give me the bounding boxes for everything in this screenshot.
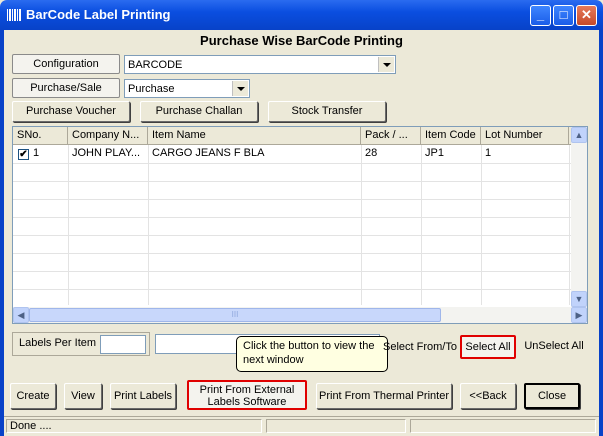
row-pack: 28: [365, 147, 378, 159]
row-lot-number: 1: [485, 147, 492, 159]
status-pane-3: [410, 419, 596, 433]
select-all-button[interactable]: Select All: [460, 335, 516, 359]
labels-per-item-input[interactable]: [100, 335, 146, 354]
scroll-thumb[interactable]: III: [29, 308, 441, 322]
grid-line: [569, 145, 570, 305]
create-button[interactable]: Create: [10, 383, 56, 409]
column-header-pack[interactable]: Pack / ...: [361, 127, 421, 145]
close-window-button[interactable]: ✕: [576, 5, 597, 26]
purchase-challan-button[interactable]: Purchase Challan: [140, 101, 258, 122]
grid-line: [13, 253, 583, 254]
row-sno-cell[interactable]: ✔ 1: [13, 145, 68, 163]
window-frame-right: [599, 30, 603, 436]
barcode-label-window: BarCode Label Printing _ □ ✕ Purchase Wi…: [0, 0, 603, 436]
print-labels-button[interactable]: Print Labels: [110, 383, 176, 409]
grid-line: [361, 145, 362, 305]
row-sno: 1: [33, 147, 40, 159]
status-text: Done ....: [6, 419, 262, 433]
chevron-down-icon[interactable]: [232, 81, 248, 96]
column-header-sno[interactable]: SNo.: [13, 127, 68, 145]
scroll-up-icon[interactable]: ▲: [571, 127, 587, 143]
scroll-down-icon[interactable]: ▼: [571, 291, 587, 307]
purchase-sale-label: Purchase/Sale: [12, 78, 120, 98]
window-frame-left: [0, 30, 4, 436]
status-bar: Done ....: [4, 416, 599, 435]
purchase-sale-combo[interactable]: Purchase: [124, 79, 250, 98]
configuration-label: Configuration: [12, 54, 120, 74]
row-company: JOHN PLAY...: [72, 147, 141, 159]
grid-line: [13, 181, 583, 182]
barcode-icon: [7, 9, 21, 21]
horizontal-scrollbar[interactable]: ◀ III ▶: [13, 307, 587, 323]
purchase-voucher-button[interactable]: Purchase Voucher: [12, 101, 130, 122]
purchase-sale-value: Purchase: [128, 83, 175, 95]
grid-line: [481, 145, 482, 305]
column-header-item-code[interactable]: Item Code: [421, 127, 481, 145]
grid-line: [148, 145, 149, 305]
grid-line: [13, 199, 583, 200]
column-header-company[interactable]: Company N...: [68, 127, 148, 145]
row-item-code: JP1: [425, 147, 444, 159]
vertical-scrollbar[interactable]: ▲ ▼: [571, 127, 587, 307]
minimize-button[interactable]: _: [530, 5, 551, 26]
scroll-left-icon[interactable]: ◀: [13, 307, 29, 323]
items-grid[interactable]: SNo. Company N... Item Name Pack / ... I…: [12, 126, 588, 324]
configuration-combo[interactable]: BARCODE: [124, 55, 396, 74]
maximize-button[interactable]: □: [553, 5, 574, 26]
grid-line: [13, 289, 583, 290]
scroll-right-icon[interactable]: ▶: [571, 307, 587, 323]
status-pane-2: [266, 419, 406, 433]
title-bar[interactable]: BarCode Label Printing _ □ ✕: [0, 0, 603, 30]
grid-line: [13, 217, 583, 218]
configuration-value: BARCODE: [128, 59, 183, 71]
unselect-all-button[interactable]: UnSelect All: [520, 336, 588, 358]
column-header-lot-number[interactable]: Lot Number: [481, 127, 569, 145]
print-thermal-printer-button[interactable]: Print From Thermal Printer: [316, 383, 452, 409]
back-button[interactable]: <<Back: [460, 383, 516, 409]
grid-line: [68, 145, 69, 305]
select-from-to-button[interactable]: Select From/To: [383, 341, 457, 353]
row-checkbox[interactable]: ✔: [18, 149, 29, 160]
print-external-labels-button[interactable]: Print From External Labels Software: [187, 380, 307, 410]
page-heading: Purchase Wise BarCode Printing: [200, 33, 403, 48]
stock-transfer-button[interactable]: Stock Transfer: [268, 101, 386, 122]
labels-per-item-label: Labels Per Item: [19, 337, 97, 349]
grid-line: [13, 163, 583, 164]
close-button[interactable]: Close: [524, 383, 580, 409]
grid-line: [13, 271, 583, 272]
grid-line: [13, 235, 583, 236]
grid-line: [421, 145, 422, 305]
chevron-down-icon[interactable]: [378, 57, 394, 72]
row-item-name: CARGO JEANS F BLA: [152, 147, 265, 159]
view-button[interactable]: View: [64, 383, 102, 409]
window-title: BarCode Label Printing: [26, 7, 171, 22]
column-header-item-name[interactable]: Item Name: [148, 127, 361, 145]
button-tooltip: Click the button to view the next window: [236, 336, 388, 372]
